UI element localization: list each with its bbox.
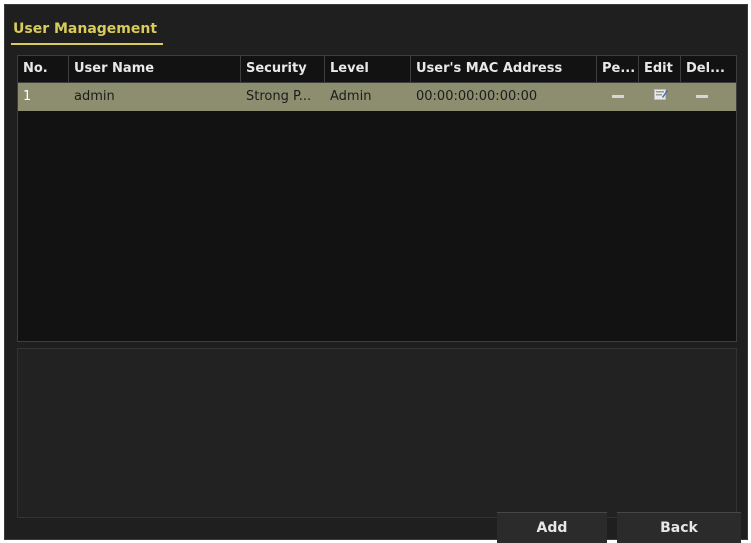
back-button[interactable]: Back bbox=[617, 512, 741, 543]
user-management-window: User Management No. User Name Security L… bbox=[4, 4, 748, 540]
cell-security: Strong P... bbox=[246, 89, 312, 104]
add-button[interactable]: Add bbox=[497, 512, 607, 543]
cell-no: 1 bbox=[23, 89, 32, 104]
column-header-delete[interactable]: Del... bbox=[681, 56, 736, 82]
table-row[interactable]: 1 admin Strong P... Admin 00:00:00:00:00… bbox=[18, 83, 736, 111]
details-panel bbox=[17, 348, 737, 518]
edit-cell[interactable] bbox=[639, 83, 681, 111]
column-header-edit[interactable]: Edit bbox=[639, 56, 681, 82]
table-header: No. User Name Security Level User's MAC … bbox=[18, 56, 736, 83]
dash-icon bbox=[612, 95, 624, 98]
cell-user-name: admin bbox=[74, 89, 115, 104]
column-header-no[interactable]: No. bbox=[18, 56, 69, 82]
cell-level: Admin bbox=[330, 89, 372, 104]
delete-cell[interactable] bbox=[681, 83, 736, 111]
column-header-user-name[interactable]: User Name bbox=[69, 56, 241, 82]
column-header-permission[interactable]: Pe... bbox=[597, 56, 639, 82]
edit-icon[interactable] bbox=[654, 83, 668, 111]
column-header-level[interactable]: Level bbox=[325, 56, 411, 82]
column-header-security[interactable]: Security bbox=[241, 56, 325, 82]
column-header-mac-address[interactable]: User's MAC Address bbox=[411, 56, 597, 82]
permission-cell bbox=[597, 83, 639, 111]
dash-icon bbox=[696, 95, 708, 98]
user-list-table: No. User Name Security Level User's MAC … bbox=[17, 55, 737, 342]
tab-user-management[interactable]: User Management bbox=[11, 15, 164, 45]
cell-mac-address: 00:00:00:00:00:00 bbox=[416, 89, 538, 104]
